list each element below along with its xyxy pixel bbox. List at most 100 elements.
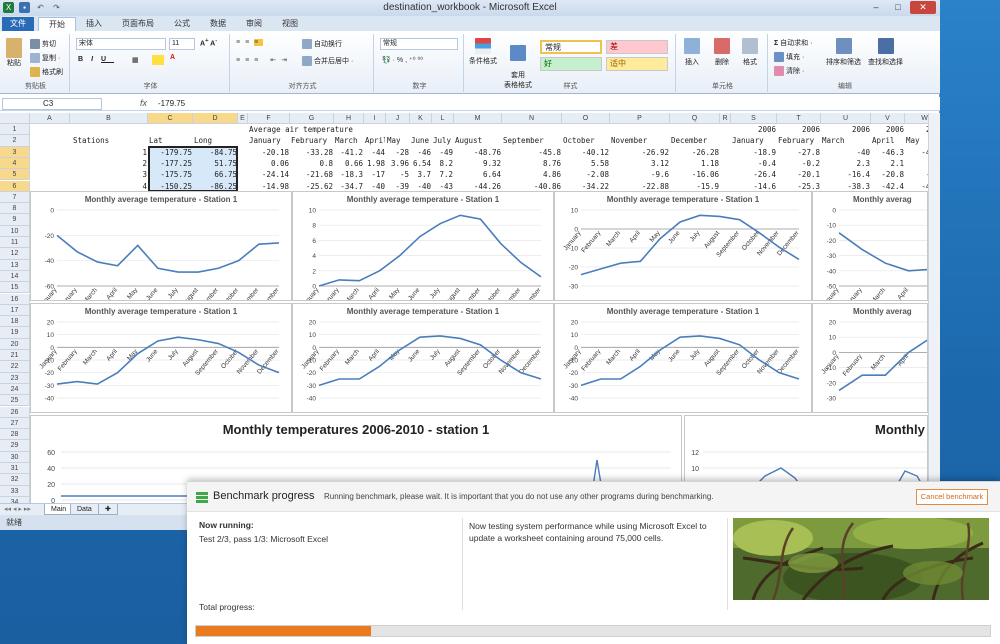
cell[interactable]: 3.96: [387, 158, 409, 169]
cell[interactable]: -26.92: [611, 147, 669, 158]
column-header-t[interactable]: T: [777, 113, 821, 124]
cell[interactable]: Lat: [149, 135, 192, 146]
cell[interactable]: -26.28: [671, 147, 719, 158]
row-header-20[interactable]: 20: [0, 338, 30, 350]
clear-button[interactable]: 清除 ·: [774, 66, 804, 77]
cell[interactable]: 6.64: [455, 169, 501, 180]
row-header-11[interactable]: 11: [0, 237, 30, 249]
row-header-32[interactable]: 32: [0, 474, 30, 486]
cell[interactable]: October: [563, 135, 609, 146]
cell[interactable]: -21.68: [291, 169, 333, 180]
tab-file[interactable]: 文件: [2, 17, 34, 31]
row-header-16[interactable]: 16: [0, 293, 30, 305]
row-header-14[interactable]: 14: [0, 270, 30, 283]
cell[interactable]: 2.1: [872, 158, 904, 169]
cell[interactable]: November: [611, 135, 669, 146]
cell[interactable]: January: [732, 135, 776, 146]
cell[interactable]: 4.86: [503, 169, 561, 180]
line-chart[interactable]: Monthly average temperature - Station 11…: [292, 191, 554, 301]
minimize-button[interactable]: –: [866, 1, 886, 14]
cell[interactable]: 8.76: [503, 158, 561, 169]
wrap-text-button[interactable]: 自动换行: [302, 39, 342, 50]
row-header-18[interactable]: 18: [0, 316, 30, 328]
cell[interactable]: -25.62: [291, 181, 333, 192]
line-chart[interactable]: Monthly average temperature - Station 10…: [30, 191, 292, 301]
row-header-28[interactable]: 28: [0, 429, 30, 441]
maximize-button[interactable]: □: [888, 1, 908, 14]
cell[interactable]: -40.86: [503, 181, 561, 192]
row-header-10[interactable]: 10: [0, 225, 30, 237]
cell[interactable]: August: [455, 135, 501, 146]
fill-color-icon[interactable]: [152, 55, 164, 65]
column-header-a[interactable]: A: [30, 113, 70, 124]
fx-icon[interactable]: fx: [140, 98, 147, 108]
cell[interactable]: 0.66: [335, 158, 363, 169]
cell[interactable]: 6.54: [411, 158, 431, 169]
font-color-icon[interactable]: A: [170, 54, 175, 61]
number-format-combo[interactable]: 常规: [380, 38, 458, 50]
cell[interactable]: -43: [433, 181, 453, 192]
cell[interactable]: March: [335, 135, 363, 146]
cell[interactable]: 5.58: [563, 158, 609, 169]
row-header-13[interactable]: 13: [0, 259, 30, 271]
name-box[interactable]: C3: [2, 98, 102, 110]
cell[interactable]: -39: [387, 181, 409, 192]
cell[interactable]: 4: [71, 181, 147, 192]
column-header-e[interactable]: E: [238, 113, 248, 124]
column-header-u[interactable]: U: [821, 113, 871, 124]
column-header-n[interactable]: N: [502, 113, 562, 124]
style-normal[interactable]: 常规: [540, 40, 602, 54]
cell[interactable]: -20.1: [778, 169, 820, 180]
row-header-2[interactable]: 2: [0, 135, 30, 147]
column-header-m[interactable]: M: [454, 113, 502, 124]
style-good[interactable]: 好: [540, 57, 602, 71]
border-icon[interactable]: ▦: [132, 56, 139, 64]
cell[interactable]: -20.8: [872, 169, 904, 180]
cell[interactable]: -0.4: [732, 158, 776, 169]
bold-italic-underline-icons[interactable]: BIU: [78, 56, 114, 63]
cell[interactable]: -150.25: [149, 181, 192, 192]
row-header-23[interactable]: 23: [0, 372, 30, 384]
cell[interactable]: -14.6: [732, 181, 776, 192]
cell[interactable]: -179.75: [149, 147, 192, 158]
line-chart[interactable]: Monthly average temperature - Station 12…: [292, 303, 554, 413]
column-header-o[interactable]: O: [562, 113, 610, 124]
autosum-button[interactable]: Σ 自动求和 ·: [774, 38, 812, 48]
cell[interactable]: -38.3: [822, 181, 870, 192]
cell[interactable]: -34.22: [563, 181, 609, 192]
column-header-j[interactable]: J: [386, 113, 410, 124]
row-header-29[interactable]: 29: [0, 440, 30, 452]
row-header-12[interactable]: 12: [0, 248, 30, 260]
cell[interactable]: 3.8: [906, 158, 928, 169]
sheet-tab-main[interactable]: Main: [44, 504, 74, 515]
line-chart[interactable]: Monthly average temperature - Station 12…: [30, 303, 292, 413]
cell[interactable]: February: [291, 135, 333, 146]
cell[interactable]: -41.2: [335, 147, 363, 158]
row-header-8[interactable]: 8: [0, 203, 30, 215]
grow-font-icon[interactable]: A+ A-: [200, 38, 217, 47]
cell[interactable]: -27.8: [778, 147, 820, 158]
sort-filter-button[interactable]: 排序和筛选: [826, 38, 861, 67]
align-top-icons[interactable]: ≡≡≡: [236, 39, 264, 46]
cell[interactable]: -45.8: [503, 147, 561, 158]
column-header-s[interactable]: S: [731, 113, 777, 124]
cell[interactable]: -15.9: [671, 181, 719, 192]
row-header-26[interactable]: 26: [0, 406, 30, 418]
column-header-c[interactable]: C: [148, 113, 193, 124]
find-select-button[interactable]: 查找和选择: [868, 38, 903, 67]
close-button[interactable]: ✕: [910, 1, 936, 14]
column-header-p[interactable]: P: [610, 113, 670, 124]
cell[interactable]: -0.2: [778, 158, 820, 169]
row-header-15[interactable]: 15: [0, 282, 30, 294]
line-chart[interactable]: Monthly average temperature - Station 11…: [554, 191, 812, 301]
column-header-d[interactable]: D: [193, 113, 238, 124]
paste-button[interactable]: 粘贴: [6, 38, 22, 68]
tab-data[interactable]: 数据: [200, 17, 236, 31]
cell[interactable]: -40: [365, 181, 385, 192]
cell[interactable]: March: [822, 135, 870, 146]
row-header-7[interactable]: 7: [0, 191, 30, 204]
cell[interactable]: December: [671, 135, 719, 146]
sheet-tab-data[interactable]: Data: [70, 504, 99, 515]
cell[interactable]: 0.8: [291, 158, 333, 169]
cell[interactable]: 1.98: [365, 158, 385, 169]
